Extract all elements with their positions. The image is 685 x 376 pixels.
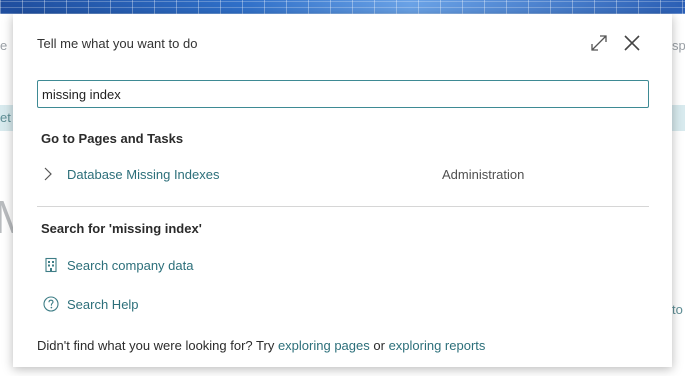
close-button[interactable] [620, 31, 644, 55]
background-text-fragment: et [0, 110, 11, 125]
building-icon [45, 257, 57, 273]
help-circle-icon [43, 296, 59, 312]
search-input[interactable] [37, 80, 649, 108]
expand-icon [591, 35, 607, 51]
close-icon [624, 35, 640, 51]
background-text-fragment: to [672, 302, 683, 317]
search-company-data-link[interactable]: Search company data [67, 258, 193, 273]
background-text-fragment: e [0, 38, 8, 53]
search-section-heading: Search for 'missing index' [41, 221, 202, 236]
search-help-action[interactable]: Search Help [37, 293, 337, 315]
header-banner [0, 0, 685, 14]
exploring-pages-link[interactable]: exploring pages [278, 338, 370, 353]
footer-prefix: Didn't find what you were looking for? T… [37, 338, 275, 353]
search-help-link[interactable]: Search Help [67, 297, 139, 312]
footer-or: or [373, 338, 385, 353]
chevron-right-icon [44, 167, 52, 181]
dialog-title: Tell me what you want to do [37, 36, 198, 51]
expand-button[interactable] [587, 31, 611, 55]
background-text-fragment: sp [672, 38, 685, 53]
result-item-database-missing-indexes[interactable]: Database Missing Indexes Administration [37, 162, 649, 186]
tell-me-dialog: Tell me what you want to do Go to Pages … [13, 14, 672, 367]
search-company-data-action[interactable]: Search company data [37, 254, 337, 276]
footer-text: Didn't find what you were looking for? T… [37, 338, 485, 353]
section-divider [37, 206, 649, 207]
pages-section-heading: Go to Pages and Tasks [41, 131, 184, 146]
exploring-reports-link[interactable]: exploring reports [389, 338, 486, 353]
result-category: Administration [442, 167, 525, 182]
result-link[interactable]: Database Missing Indexes [67, 167, 219, 182]
